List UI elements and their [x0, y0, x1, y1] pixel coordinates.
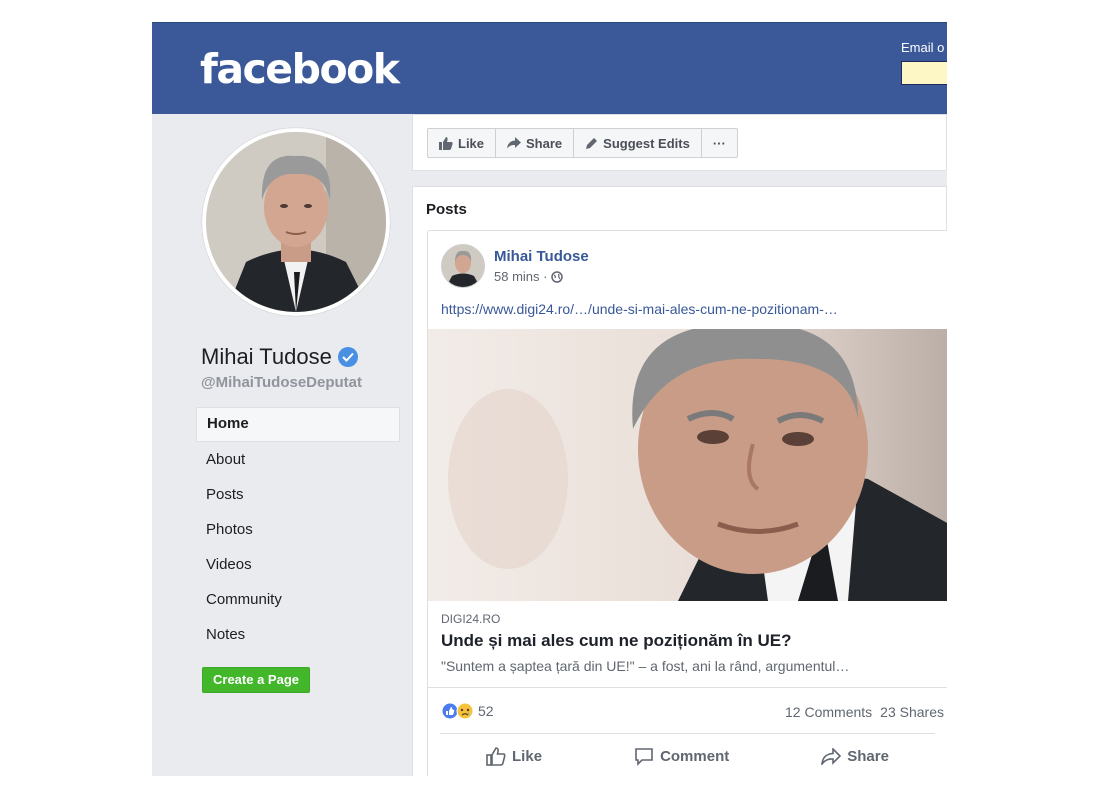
reaction-summary[interactable]: 52 — [441, 702, 494, 720]
link-title[interactable]: Unde și mai ales cum ne poziționăm în UE… — [441, 631, 791, 651]
thumbs-up-icon — [439, 136, 453, 150]
nav-item-notes[interactable]: Notes — [196, 617, 400, 652]
suggest-edits-button[interactable]: Suggest Edits — [573, 128, 702, 158]
nav-item-community[interactable]: Community — [196, 582, 400, 617]
post-author-name[interactable]: Mihai Tudose — [494, 248, 589, 265]
divider — [440, 733, 935, 734]
page-action-bar: Like Share Suggest Edits ··· — [412, 114, 947, 171]
login-email-input[interactable] — [901, 61, 947, 85]
post-comment-label: Comment — [660, 747, 730, 765]
thumbs-up-icon — [486, 746, 506, 766]
post-timestamp[interactable]: 58 mins · — [494, 269, 564, 284]
post-like-label: Like — [512, 747, 543, 765]
suggest-edits-label: Suggest Edits — [603, 135, 690, 151]
page-name[interactable]: Mihai Tudose — [201, 344, 358, 370]
page-nav: Home About Posts Photos Videos Community… — [196, 407, 400, 652]
comment-icon — [635, 747, 653, 766]
shares-count[interactable]: 23 Shares — [880, 704, 944, 720]
post-author-avatar[interactable] — [441, 244, 485, 288]
post-like-button[interactable]: Like — [486, 741, 542, 771]
create-page-button[interactable]: Create a Page — [202, 667, 310, 693]
post-time-text: 58 mins · — [494, 269, 548, 284]
post-card: Mihai Tudose 58 mins · https://www.digi2… — [427, 230, 947, 776]
pencil-icon — [586, 137, 598, 149]
globe-icon — [551, 270, 564, 283]
nav-item-home[interactable]: Home — [196, 407, 400, 442]
like-page-label: Like — [458, 135, 485, 151]
engagement-counts: 12 Comments 23 Shares — [785, 704, 944, 720]
post-comment-button[interactable]: Comment — [634, 741, 729, 771]
post-share-button[interactable]: Share — [821, 741, 889, 771]
post-link-url[interactable]: https://www.digi24.ro/…/unde-si-mai-ales… — [441, 301, 838, 317]
share-arrow-icon — [507, 137, 522, 149]
nav-item-videos[interactable]: Videos — [196, 547, 400, 582]
link-preview-image[interactable] — [428, 329, 947, 601]
facebook-page-window: facebook Email o Mihai Tudose @MihaiTudo… — [152, 22, 947, 776]
sad-reaction-icon — [456, 702, 474, 720]
more-options-button[interactable]: ··· — [700, 128, 738, 158]
facebook-logo[interactable]: facebook — [200, 49, 400, 90]
posts-panel: Posts Mihai Tudose 58 mins · https://www… — [412, 186, 947, 776]
link-domain: DIGI24.RO — [441, 612, 501, 626]
page-name-text[interactable]: Mihai Tudose — [201, 344, 332, 370]
link-description: "Suntem a șaptea țară din UE!" – a fost,… — [441, 658, 850, 674]
post-action-bar: Like Comment Share — [440, 741, 935, 771]
like-page-button[interactable]: Like — [427, 128, 497, 158]
nav-item-photos[interactable]: Photos — [196, 512, 400, 547]
page-handle[interactable]: @MihaiTudoseDeputat — [201, 374, 362, 391]
comments-count[interactable]: 12 Comments — [785, 704, 872, 720]
share-page-button[interactable]: Share — [495, 128, 575, 158]
profile-picture[interactable] — [202, 128, 390, 316]
action-button-group: Like Share Suggest Edits ··· — [427, 128, 738, 158]
reaction-count: 52 — [478, 703, 494, 719]
left-sidebar: Mihai Tudose @MihaiTudoseDeputat Home Ab… — [152, 114, 412, 776]
login-email-label: Email o — [901, 40, 945, 55]
share-page-label: Share — [526, 135, 563, 151]
nav-item-posts[interactable]: Posts — [196, 477, 400, 512]
top-bar: facebook Email o — [152, 22, 947, 114]
more-options-icon: ··· — [712, 135, 726, 151]
post-share-label: Share — [847, 747, 889, 765]
share-arrow-icon — [821, 747, 842, 765]
posts-heading: Posts — [426, 201, 467, 218]
verified-badge-icon — [337, 347, 358, 367]
divider — [428, 687, 947, 688]
nav-item-about[interactable]: About — [196, 442, 400, 477]
